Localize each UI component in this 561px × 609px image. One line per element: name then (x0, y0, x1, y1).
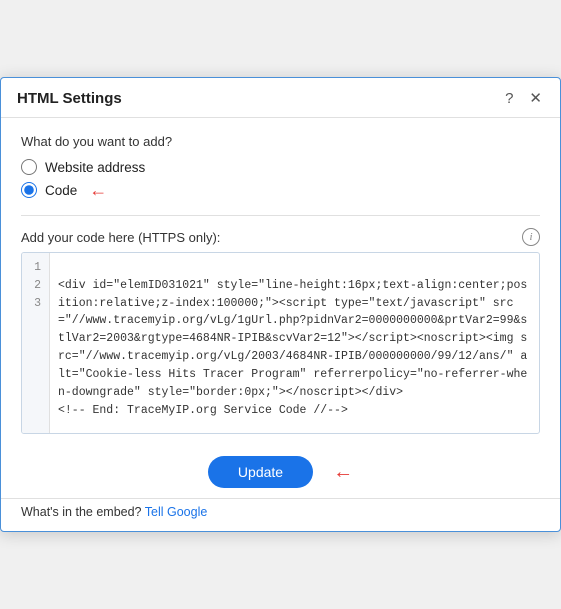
header-icons: ? ✕ (503, 91, 544, 106)
code-arrow-icon: ← (89, 181, 107, 199)
close-button[interactable]: ✕ (527, 91, 544, 106)
code-content[interactable]: <div id="elemID031021" style="line-heigh… (50, 253, 539, 433)
line-numbers: 1 2 3 (22, 253, 50, 433)
dialog-body: What do you want to add? Website address… (1, 118, 560, 444)
code-lines: 1 2 3 <div id="elemID031021" style="line… (22, 253, 539, 433)
html-settings-dialog: HTML Settings ? ✕ What do you want to ad… (0, 77, 561, 532)
line-num-1: 1 (30, 259, 41, 277)
radio-code[interactable] (21, 182, 37, 198)
radio-code-row[interactable]: Code ← (21, 181, 540, 199)
code-section-header: Add your code here (HTTPS only): i (21, 228, 540, 246)
line-num-3: 3 (30, 295, 41, 313)
code-textarea-wrapper: 1 2 3 <div id="elemID031021" style="line… (21, 252, 540, 434)
update-button[interactable]: Update (208, 456, 313, 488)
radio-website-row[interactable]: Website address (21, 159, 540, 175)
radio-website-label: Website address (45, 160, 145, 175)
dialog-header: HTML Settings ? ✕ (1, 78, 560, 118)
footer-bottom: What's in the embed? Tell Google (1, 498, 560, 531)
tell-google-link[interactable]: Tell Google (145, 505, 208, 519)
help-button[interactable]: ? (503, 91, 515, 106)
radio-website[interactable] (21, 159, 37, 175)
dialog-title: HTML Settings (17, 90, 122, 107)
divider (21, 215, 540, 216)
radio-code-label: Code (45, 183, 77, 198)
update-arrow-icon: ← (333, 461, 353, 484)
footer-text: What's in the embed? Tell Google (21, 505, 207, 519)
what-label: What do you want to add? (21, 134, 540, 149)
radio-group: Website address Code ← (21, 159, 540, 199)
info-icon[interactable]: i (522, 228, 540, 246)
line-num-2: 2 (30, 277, 41, 295)
dialog-footer: Update ← (1, 444, 560, 498)
code-section-label: Add your code here (HTTPS only): (21, 230, 220, 245)
